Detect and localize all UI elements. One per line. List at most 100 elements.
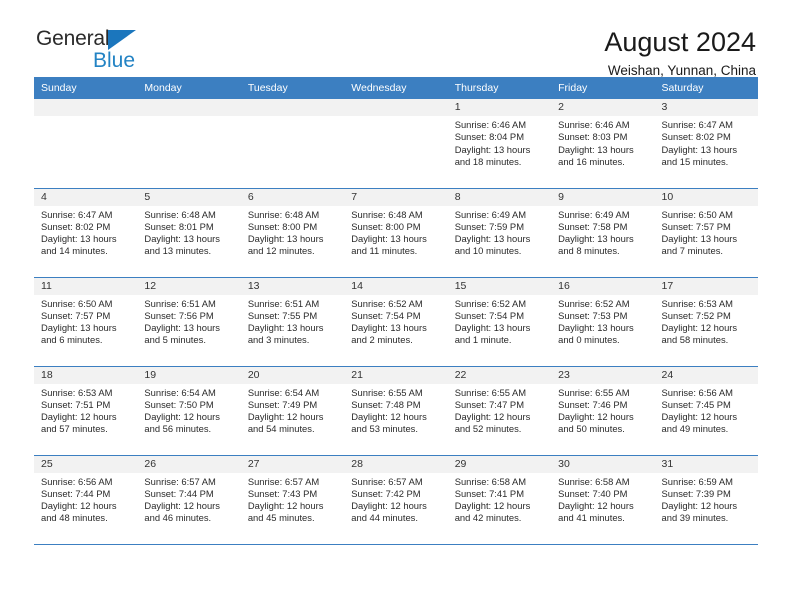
daylight-duration-line2: and 13 minutes. bbox=[144, 245, 212, 257]
calendar-day-cell[interactable]: 7 Sunrise: 6:48 AM Sunset: 8:00 PM Daylight… bbox=[344, 187, 448, 277]
sun-info: Sunrise: 6:53 AM Sunset: 7:52 PM Daylight:… bbox=[655, 295, 758, 347]
sun-info: Sunrise: 6:48 AM Sunset: 8:00 PM Daylight:… bbox=[241, 206, 344, 258]
sunrise-time: Sunrise: 6:52 AM bbox=[454, 297, 527, 309]
calendar-day-cell[interactable]: 24 Sunrise: 6:56 AM Sunset: 7:45 PM Dayligh… bbox=[654, 365, 758, 455]
sun-info: Sunrise: 6:52 AM Sunset: 7:54 PM Daylight:… bbox=[448, 295, 551, 347]
daylight-duration-line2: and 2 minutes. bbox=[351, 334, 413, 346]
sunset-time: Sunset: 8:03 PM bbox=[558, 131, 628, 143]
daylight-duration-line1: Daylight: 13 hours bbox=[144, 322, 220, 334]
sunrise-time: Sunrise: 6:56 AM bbox=[661, 386, 733, 398]
day-number: 7 bbox=[344, 188, 448, 206]
weekday-header-friday: Friday bbox=[551, 77, 655, 99]
calendar-day-cell[interactable]: 1 Sunrise: 6:46 AM Sunset: 8:04 PM Daylight… bbox=[447, 99, 552, 188]
sunset-time: Sunset: 8:00 PM bbox=[247, 220, 318, 232]
calendar-day-cell[interactable]: 2 Sunrise: 6:46 AM Sunset: 8:03 PM Daylight… bbox=[551, 99, 655, 188]
daylight-duration-line2: and 7 minutes. bbox=[661, 245, 724, 257]
day-number: 24 bbox=[654, 366, 758, 384]
calendar-day-cell[interactable]: 10 Sunrise: 6:50 AM Sunset: 7:57 PM Dayligh… bbox=[654, 187, 758, 277]
calendar-day-cell[interactable]: 30 Sunrise: 6:58 AM Sunset: 7:40 PM Dayligh… bbox=[551, 454, 655, 544]
day-number: 4 bbox=[34, 188, 138, 206]
sun-info: Sunrise: 6:52 AM Sunset: 7:53 PM Daylight:… bbox=[551, 295, 654, 347]
calendar-day-cell[interactable]: 14 Sunrise: 6:52 AM Sunset: 7:54 PM Dayligh… bbox=[344, 276, 448, 366]
sunset-time: Sunset: 7:50 PM bbox=[144, 398, 214, 410]
sunset-time: Sunset: 7:59 PM bbox=[454, 220, 524, 232]
calendar-day-cell[interactable]: 26 Sunrise: 6:57 AM Sunset: 7:44 PM Dayligh… bbox=[137, 454, 241, 544]
daylight-duration-line1: Daylight: 12 hours bbox=[144, 411, 220, 423]
sunrise-time: Sunrise: 6:47 AM bbox=[661, 119, 733, 130]
sun-info: Sunrise: 6:51 AM Sunset: 7:55 PM Daylight:… bbox=[241, 295, 344, 347]
day-number: 11 bbox=[34, 277, 138, 295]
calendar-day-cell[interactable]: 25 Sunrise: 6:56 AM Sunset: 7:44 PM Dayligh… bbox=[34, 454, 138, 544]
sunrise-time: Sunrise: 6:50 AM bbox=[41, 297, 113, 309]
daylight-duration-line1: Daylight: 13 hours bbox=[454, 233, 531, 245]
generalblue-logo[interactable]: General Blue bbox=[34, 28, 154, 80]
day-number: 20 bbox=[240, 366, 345, 384]
calendar-day-cell[interactable]: 17 Sunrise: 6:53 AM Sunset: 7:52 PM Dayligh… bbox=[654, 276, 758, 366]
day-number bbox=[34, 99, 138, 116]
calendar-day-cell[interactable]: 3 Sunrise: 6:47 AM Sunset: 8:02 PM Daylight… bbox=[654, 99, 758, 188]
sunrise-time: Sunrise: 6:57 AM bbox=[144, 475, 216, 487]
daylight-duration-line2: and 58 minutes. bbox=[661, 334, 729, 346]
calendar-day-cell[interactable]: 27 Sunrise: 6:57 AM Sunset: 7:43 PM Dayligh… bbox=[240, 454, 345, 544]
daylight-duration-line1: Daylight: 13 hours bbox=[558, 322, 634, 334]
day-number: 16 bbox=[551, 277, 655, 295]
sunrise-time: Sunrise: 6:55 AM bbox=[558, 386, 630, 398]
calendar-day-cell[interactable]: 29 Sunrise: 6:58 AM Sunset: 7:41 PM Dayligh… bbox=[447, 454, 552, 544]
day-number: 26 bbox=[137, 455, 241, 473]
calendar-week-row: 11 Sunrise: 6:50 AM Sunset: 7:57 PM Dayligh… bbox=[34, 276, 758, 366]
sunrise-time: Sunrise: 6:58 AM bbox=[454, 475, 527, 487]
calendar-day-cell[interactable]: 4 Sunrise: 6:47 AM Sunset: 8:02 PM Daylight… bbox=[34, 187, 138, 277]
sun-info: Sunrise: 6:49 AM Sunset: 7:58 PM Daylight:… bbox=[551, 206, 654, 258]
daylight-duration-line1: Daylight: 13 hours bbox=[558, 143, 634, 155]
calendar-day-cell[interactable]: 31 Sunrise: 6:59 AM Sunset: 7:39 PM Dayligh… bbox=[654, 454, 758, 544]
calendar-day-cell[interactable]: 12 Sunrise: 6:51 AM Sunset: 7:56 PM Dayligh… bbox=[137, 276, 241, 366]
sun-info: Sunrise: 6:56 AM Sunset: 7:45 PM Daylight:… bbox=[655, 384, 758, 436]
daylight-duration-line2: and 12 minutes. bbox=[247, 245, 315, 257]
sunset-time: Sunset: 7:57 PM bbox=[661, 220, 731, 232]
daylight-duration-line1: Daylight: 12 hours bbox=[661, 411, 738, 423]
calendar-day-cell[interactable]: 13 Sunrise: 6:51 AM Sunset: 7:55 PM Dayligh… bbox=[240, 276, 345, 366]
calendar-day-cell[interactable]: 16 Sunrise: 6:52 AM Sunset: 7:53 PM Dayligh… bbox=[551, 276, 655, 366]
calendar-day-cell[interactable]: 9 Sunrise: 6:49 AM Sunset: 7:58 PM Daylight… bbox=[551, 187, 655, 277]
sun-info: Sunrise: 6:58 AM Sunset: 7:40 PM Daylight:… bbox=[551, 473, 654, 525]
calendar-day-cell[interactable]: 20 Sunrise: 6:54 AM Sunset: 7:49 PM Dayligh… bbox=[240, 365, 345, 455]
calendar-day-cell[interactable]: 28 Sunrise: 6:57 AM Sunset: 7:42 PM Dayligh… bbox=[344, 454, 448, 544]
sunrise-time: Sunrise: 6:54 AM bbox=[144, 386, 216, 398]
calendar-day-cell[interactable]: 11 Sunrise: 6:50 AM Sunset: 7:57 PM Dayligh… bbox=[34, 276, 138, 366]
daylight-duration-line1: Daylight: 13 hours bbox=[351, 233, 427, 245]
calendar-week-row: 25 Sunrise: 6:56 AM Sunset: 7:44 PM Dayligh… bbox=[34, 454, 758, 544]
sunrise-time: Sunrise: 6:50 AM bbox=[661, 208, 733, 220]
daylight-duration-line2: and 57 minutes. bbox=[41, 423, 108, 435]
daylight-duration-line1: Daylight: 12 hours bbox=[41, 500, 117, 512]
sunset-time: Sunset: 7:52 PM bbox=[661, 309, 731, 321]
sunrise-time: Sunrise: 6:46 AM bbox=[558, 119, 630, 130]
sunrise-time: Sunrise: 6:51 AM bbox=[247, 297, 320, 309]
sunrise-time: Sunrise: 6:58 AM bbox=[558, 475, 630, 487]
calendar-week-row: 18 Sunrise: 6:53 AM Sunset: 7:51 PM Dayligh… bbox=[34, 365, 758, 455]
daylight-duration-line2: and 52 minutes. bbox=[454, 423, 522, 435]
daylight-duration-line1: Daylight: 13 hours bbox=[661, 143, 738, 155]
day-number: 22 bbox=[447, 366, 552, 384]
calendar-day-cell[interactable]: 21 Sunrise: 6:55 AM Sunset: 7:48 PM Dayligh… bbox=[344, 365, 448, 455]
calendar-day-cell[interactable]: 15 Sunrise: 6:52 AM Sunset: 7:54 PM Dayligh… bbox=[447, 276, 552, 366]
calendar-day-cell[interactable]: 6 Sunrise: 6:48 AM Sunset: 8:00 PM Daylight… bbox=[240, 187, 345, 277]
day-number: 14 bbox=[344, 277, 448, 295]
sunrise-time: Sunrise: 6:52 AM bbox=[351, 297, 423, 309]
calendar-week-row: 4 Sunrise: 6:47 AM Sunset: 8:02 PM Daylight… bbox=[34, 187, 758, 277]
sun-info: Sunrise: 6:54 AM Sunset: 7:49 PM Daylight:… bbox=[241, 384, 344, 436]
day-number: 19 bbox=[137, 366, 241, 384]
day-number: 21 bbox=[344, 366, 448, 384]
sunrise-time: Sunrise: 6:48 AM bbox=[144, 208, 216, 220]
daylight-duration-line2: and 46 minutes. bbox=[144, 512, 212, 524]
sunrise-time: Sunrise: 6:48 AM bbox=[247, 208, 320, 220]
daylight-duration-line2: and 48 minutes. bbox=[41, 512, 108, 524]
calendar-day-cell[interactable]: 18 Sunrise: 6:53 AM Sunset: 7:51 PM Dayligh… bbox=[34, 365, 138, 455]
calendar-day-cell[interactable]: 5 Sunrise: 6:48 AM Sunset: 8:01 PM Daylight… bbox=[137, 187, 241, 277]
daylight-duration-line1: Daylight: 12 hours bbox=[454, 411, 531, 423]
calendar-day-cell[interactable]: 8 Sunrise: 6:49 AM Sunset: 7:59 PM Daylight… bbox=[447, 187, 552, 277]
calendar-table: Sunday Monday Tuesday Wednesday Thursday… bbox=[34, 77, 758, 544]
daylight-duration-line2: and 0 minutes. bbox=[558, 334, 620, 346]
calendar-day-cell[interactable]: 22 Sunrise: 6:55 AM Sunset: 7:47 PM Dayligh… bbox=[447, 365, 552, 455]
calendar-day-cell[interactable]: 23 Sunrise: 6:55 AM Sunset: 7:46 PM Dayligh… bbox=[551, 365, 655, 455]
calendar-day-cell[interactable]: 19 Sunrise: 6:54 AM Sunset: 7:50 PM Dayligh… bbox=[137, 365, 241, 455]
